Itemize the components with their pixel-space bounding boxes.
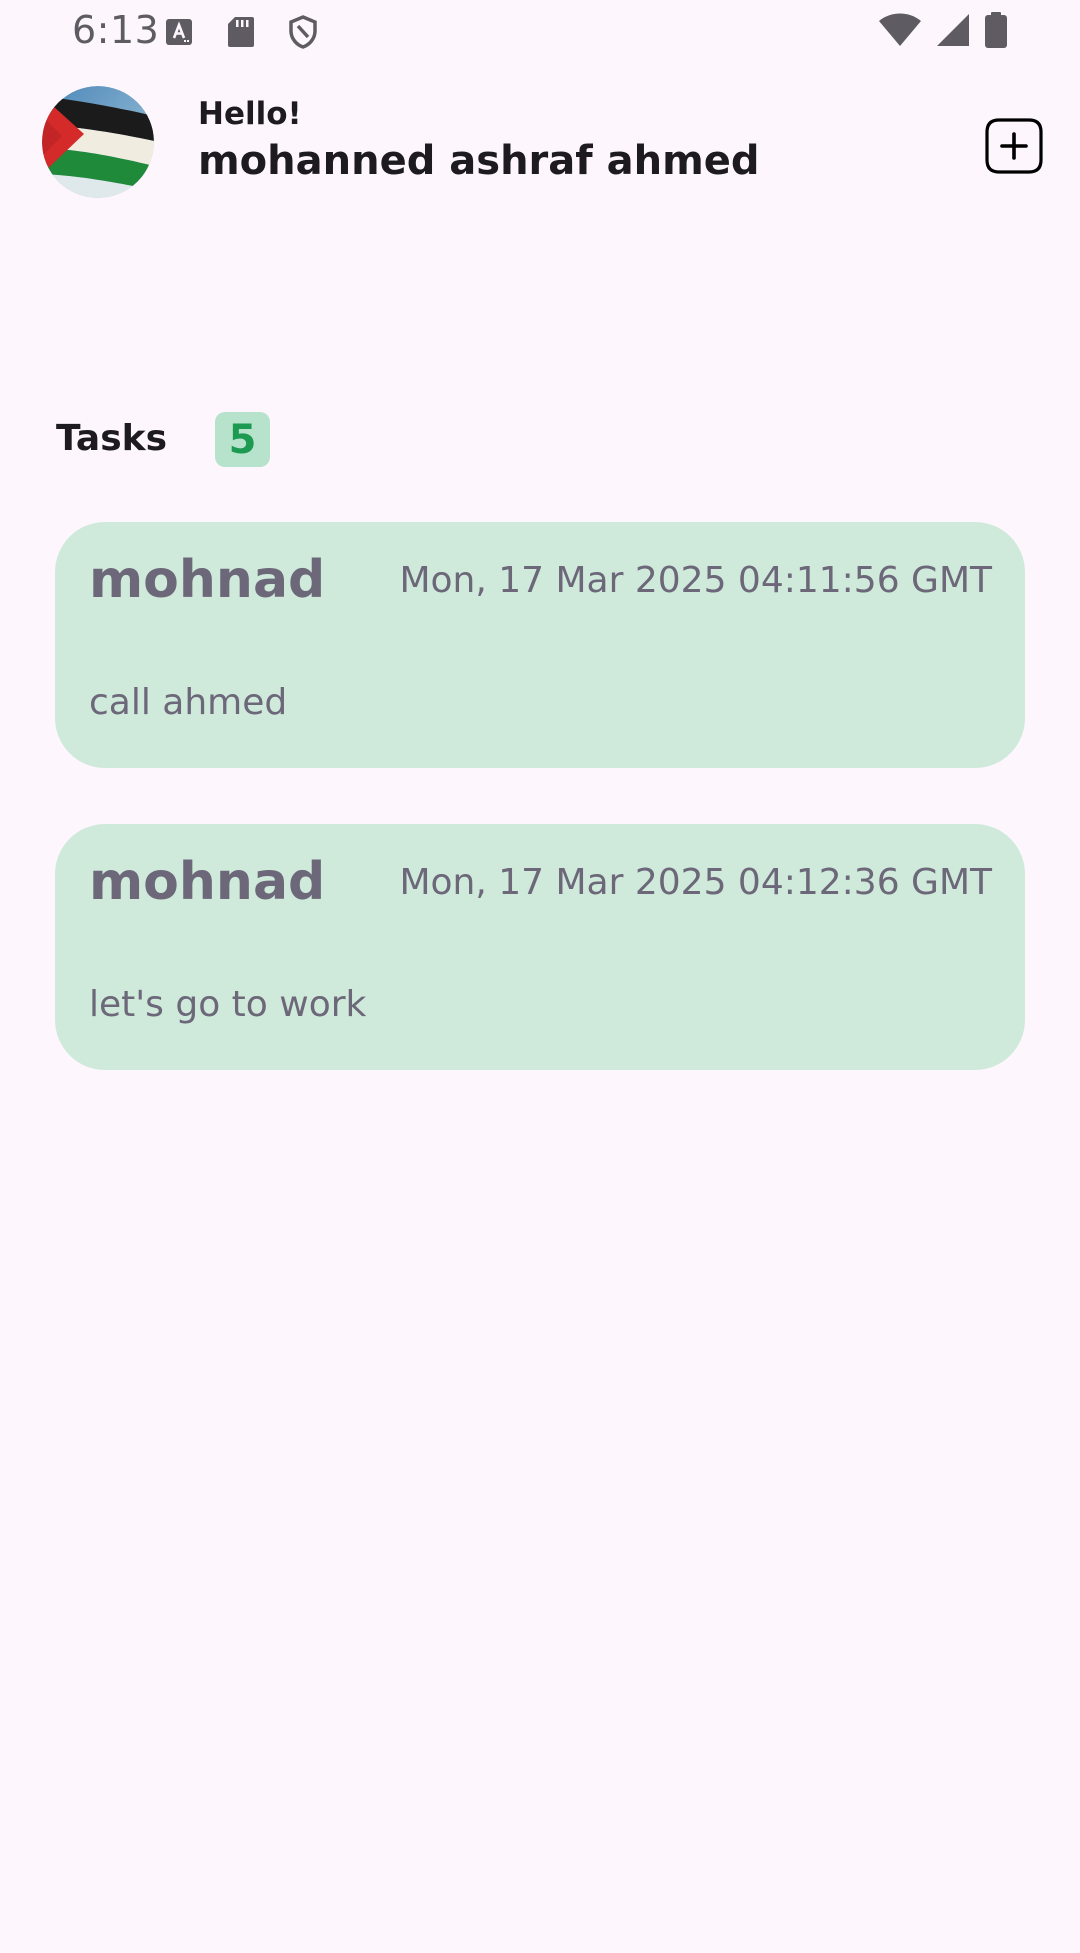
tasks-label: Tasks bbox=[56, 418, 168, 459]
status-right-icons bbox=[878, 11, 1008, 53]
shield-icon bbox=[286, 15, 320, 49]
user-name: mohanned ashraf ahmed bbox=[198, 138, 760, 184]
avatar[interactable] bbox=[42, 86, 154, 198]
wifi-icon bbox=[878, 13, 922, 52]
status-bar: 6:13 bbox=[0, 0, 1080, 64]
task-description: call ahmed bbox=[89, 682, 288, 723]
task-title: mohnad bbox=[89, 550, 326, 610]
palestine-flag-avatar bbox=[42, 86, 154, 198]
sd-card-icon bbox=[224, 15, 258, 49]
add-task-button[interactable] bbox=[984, 116, 1044, 176]
task-card[interactable]: mohnad Mon, 17 Mar 2025 04:11:56 GMT cal… bbox=[55, 522, 1025, 768]
cellular-signal-icon bbox=[936, 13, 970, 52]
tasks-count-badge: 5 bbox=[215, 412, 270, 467]
battery-icon bbox=[984, 11, 1008, 53]
add-box-icon bbox=[985, 118, 1043, 174]
task-card[interactable]: mohnad Mon, 17 Mar 2025 04:12:36 GMT let… bbox=[55, 824, 1025, 1070]
status-time: 6:13 bbox=[72, 8, 160, 52]
font-download-icon bbox=[162, 15, 196, 49]
status-left-icons bbox=[162, 14, 320, 50]
task-description: let's go to work bbox=[89, 984, 367, 1025]
task-title: mohnad bbox=[89, 852, 326, 912]
task-date: Mon, 17 Mar 2025 04:12:36 GMT bbox=[399, 862, 992, 903]
task-date: Mon, 17 Mar 2025 04:11:56 GMT bbox=[399, 560, 992, 601]
greeting-text: Hello! bbox=[198, 96, 302, 132]
